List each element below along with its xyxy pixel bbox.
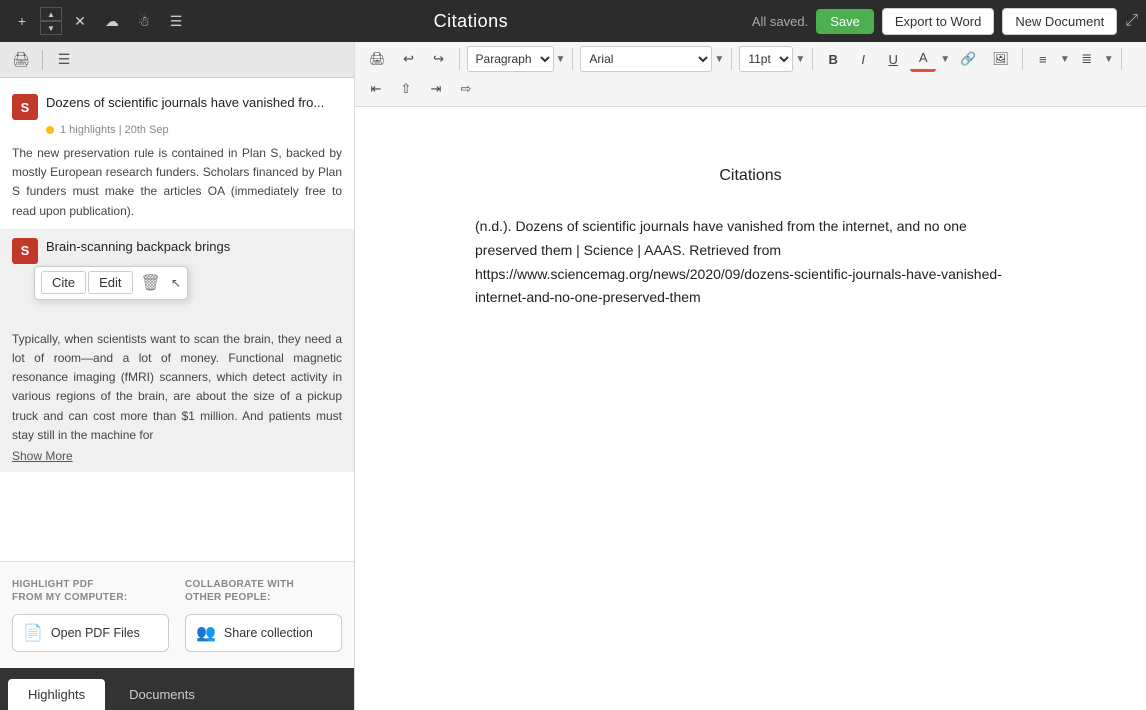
delete-button[interactable]: 🗑 [135,271,167,295]
ordered-arrow-icon: ▼ [1104,54,1114,65]
ordered-list-btn[interactable]: ≣ [1074,46,1100,72]
open-pdf-label: Open PDF Files [51,626,140,640]
article-item-2[interactable]: S Brain-scanning backpack brings 1 highl… [0,230,354,472]
share-collection-label: Share collection [224,626,313,640]
nav-down-btn[interactable]: ▼ [40,21,62,35]
article-meta-text-1: 1 highlights | 20th Sep [60,124,169,136]
export-to-word-button[interactable]: Export to Word [882,8,994,35]
align-center-btn[interactable]: ⇧ [393,76,419,102]
article-icon-2: S [12,238,38,264]
sidebar: 🖨 ☰ S Dozens of scientific journals have… [0,42,355,710]
bold-btn[interactable]: B [820,46,846,72]
fmt-sep-2 [572,48,573,70]
print-icon-btn[interactable]: 🖨 [8,47,34,73]
fmt-sep-6 [1121,48,1122,70]
share-collection-button[interactable]: 👥 Share collection [185,614,342,652]
sidebar-toolbar: 🖨 ☰ [0,42,354,78]
cursor-indicator: ↖ [171,276,181,290]
underline-btn[interactable]: U [880,46,906,72]
redo-btn[interactable]: ↪ [426,46,452,72]
top-bar-center: Citations [196,11,746,32]
edit-button[interactable]: Edit [88,271,132,294]
font-arrow-icon: ▼ [714,54,724,65]
top-bar: + ▲ ▼ ✕ ☁ ☃ ☰ Citations All saved. Save … [0,0,1146,42]
bottom-cols: HIGHLIGHT PDFFROM MY COMPUTER: 📄 Open PD… [12,578,342,652]
fmt-sep-5 [1022,48,1023,70]
article-item-1[interactable]: S Dozens of scientific journals have van… [0,86,354,230]
print-format-btn[interactable]: 🖨 [363,46,392,72]
file-icon: 📄 [23,623,43,643]
paragraph-arrow-icon: ▼ [556,54,566,65]
context-menu: Cite Edit 🗑 ↖ [34,266,188,300]
sidebar-bottom: HIGHLIGHT PDFFROM MY COMPUTER: 📄 Open PD… [0,561,354,668]
new-document-button[interactable]: New Document [1002,8,1117,35]
align-right-btn[interactable]: ⇥ [423,76,449,102]
article-meta-1: 1 highlights | 20th Sep [46,124,342,136]
article-title-2: Brain-scanning backpack brings [46,238,230,256]
top-bar-left: + ▲ ▼ ✕ ☁ ☃ ☰ [8,7,190,35]
font-select[interactable]: Arial Times New Roman [580,46,712,72]
saved-label: All saved. [752,14,808,29]
page-title: Citations [434,11,509,32]
doc-content: Citations (n.d.). Dozens of scientific j… [355,107,1146,710]
share-icon: 👥 [196,623,216,643]
collaborate-col: COLLABORATE WITHOTHER PEOPLE: 👥 Share co… [185,578,342,652]
paragraph-select[interactable]: Paragraph Heading 1 Heading 2 [467,46,554,72]
fmt-sep-1 [459,48,460,70]
size-arrow-icon: ▼ [795,54,805,65]
show-more-link[interactable]: Show More [12,449,73,463]
editor-area: 🖨 ↩ ↪ Paragraph Heading 1 Heading 2 ▼ Ar… [355,42,1146,710]
article-body-1: The new preservation rule is contained i… [12,144,342,221]
italic-btn[interactable]: I [850,46,876,72]
bullet-arrow-icon: ▼ [1060,54,1070,65]
bullet-list-btn[interactable]: ≡ [1030,46,1056,72]
cloud-download-icon-btn[interactable]: ☃ [130,7,158,35]
highlight-col: HIGHLIGHT PDFFROM MY COMPUTER: 📄 Open PD… [12,578,169,652]
article-title-1: Dozens of scientific journals have vanis… [46,94,324,112]
format-list-icon-btn[interactable]: ☰ [51,47,77,73]
doc-citation: (n.d.). Dozens of scientific journals ha… [475,215,1026,310]
doc-title: Citations [475,167,1026,185]
main-layout: 🖨 ☰ S Dozens of scientific journals have… [0,42,1146,710]
link-btn[interactable]: 🔗 [954,46,982,72]
article-body-2: Typically, when scientists want to scan … [12,330,342,445]
open-pdf-files-button[interactable]: 📄 Open PDF Files [12,614,169,652]
highlight-dot-1 [46,126,54,134]
top-bar-right: All saved. Save Export to Word New Docum… [752,8,1138,35]
article-header-1: S Dozens of scientific journals have van… [12,94,342,120]
add-icon-btn[interactable]: + [8,7,36,35]
collaborate-col-title: COLLABORATE WITHOTHER PEOPLE: [185,578,342,604]
align-left-btn[interactable]: ⇤ [363,76,389,102]
close-icon-btn[interactable]: ✕ [66,7,94,35]
tab-bar: Highlights Documents [0,668,354,710]
save-button[interactable]: Save [816,9,874,34]
format-toolbar: 🖨 ↩ ↪ Paragraph Heading 1 Heading 2 ▼ Ar… [355,42,1146,107]
font-size-select[interactable]: 11pt 10pt 12pt 14pt [739,46,793,72]
color-arrow-icon: ▼ [940,54,950,65]
justify-btn[interactable]: ⇨ [453,76,479,102]
article-icon-1: S [12,94,38,120]
article-header-2: S Brain-scanning backpack brings [12,238,342,264]
nav-arrows: ▲ ▼ [40,7,62,35]
highlight-col-title: HIGHLIGHT PDFFROM MY COMPUTER: [12,578,169,604]
nav-up-btn[interactable]: ▲ [40,7,62,21]
toolbar-separator-1 [42,50,43,70]
fmt-sep-3 [731,48,732,70]
cloud-upload-icon-btn[interactable]: ☁ [98,7,126,35]
list-icon-btn[interactable]: ☰ [162,7,190,35]
fmt-sep-4 [812,48,813,70]
undo-btn[interactable]: ↩ [396,46,422,72]
tab-documents[interactable]: Documents [109,679,215,710]
tab-highlights[interactable]: Highlights [8,679,105,710]
cite-button[interactable]: Cite [41,271,86,294]
text-color-btn[interactable]: A [910,46,936,72]
article-list: S Dozens of scientific journals have van… [0,78,354,561]
expand-icon[interactable]: ⤢ [1125,12,1138,30]
image-btn[interactable]: 🖼 [986,46,1015,72]
